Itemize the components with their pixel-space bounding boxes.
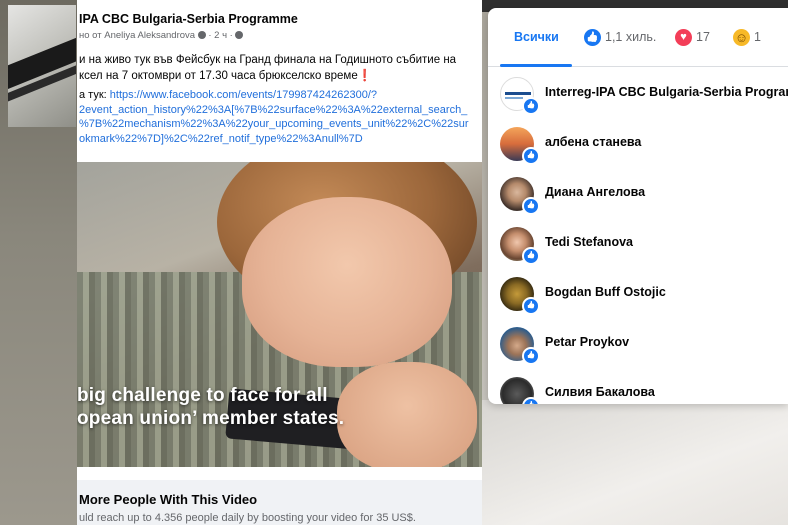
video-caption: big challenge to face for all opean unio…: [77, 384, 482, 430]
list-item[interactable]: Bogdan Buff Ostojic: [488, 271, 788, 319]
event-link-line[interactable]: %7B%22mechanism%22%3A%22your_upcoming_ev…: [79, 118, 469, 130]
video-caption-line: opean union’ member states.: [77, 408, 345, 429]
link-prefix: а тук:: [79, 89, 107, 101]
love-icon: [675, 28, 692, 46]
video-scene-face: [242, 197, 452, 367]
like-icon: [584, 28, 601, 46]
reaction-tabs: Всички 1,1 хиль. 17 1: [488, 8, 788, 67]
list-item[interactable]: Interreg-IPA CBC Bulgaria-Serbia Program…: [488, 71, 788, 119]
facebook-post: IPA CBC Bulgaria-Serbia Programme но от …: [77, 0, 482, 525]
post-subtitle: но от Aneliya Aleksandrova · 2 ч ·: [79, 30, 244, 41]
info-icon[interactable]: [197, 31, 206, 39]
reactor-name[interactable]: Tedi Stefanova: [545, 235, 633, 249]
reactor-name[interactable]: Interreg-IPA CBC Bulgaria-Serbia Program…: [545, 85, 788, 99]
globe-icon: [235, 31, 244, 39]
background-light-area: [482, 400, 788, 525]
like-badge-icon: [522, 97, 540, 115]
like-count: 1,1 хиль.: [605, 30, 657, 44]
promo-text: uld reach up to 4.356 people daily by bo…: [79, 512, 416, 524]
promo-title: More People With This Video: [79, 492, 258, 507]
reactor-name[interactable]: Силвия Бакалова: [545, 385, 655, 399]
author-text[interactable]: но от Aneliya Aleksandrova: [79, 30, 195, 41]
page-name[interactable]: IPA CBC Bulgaria-Serbia Programme: [79, 12, 298, 26]
like-badge-icon: [522, 397, 540, 404]
reactor-name[interactable]: Petar Proykov: [545, 335, 629, 349]
post-text: и на живо тук във Фейсбук на Гранд финал…: [79, 52, 479, 146]
like-badge-icon: [522, 147, 540, 165]
like-badge-icon: [522, 347, 540, 365]
post-text-line: ксел на 7 октомври от 17.30 часа брюксел…: [79, 70, 373, 82]
like-badge-icon: [522, 197, 540, 215]
tab-like[interactable]: 1,1 хиль.: [584, 8, 656, 66]
event-link-line[interactable]: okmark%22%7D]%2C%22ref_notif_type%22%3An…: [79, 133, 363, 145]
tab-haha[interactable]: 1: [733, 8, 761, 66]
love-count: 17: [696, 30, 710, 44]
list-item[interactable]: албена станева: [488, 121, 788, 169]
post-text-line: и на живо тук във Фейсбук на Гранд финал…: [79, 54, 457, 66]
event-link-line[interactable]: 2event_action_history%22%3A[%7B%22surfac…: [79, 104, 467, 116]
list-item[interactable]: Tedi Stefanova: [488, 221, 788, 269]
post-link-block: а тук: https://www.facebook.com/events/1…: [79, 88, 479, 146]
tab-all-label: Всички: [514, 30, 559, 44]
tab-all[interactable]: Всички: [514, 8, 559, 66]
like-badge-icon: [522, 247, 540, 265]
video-caption-line: big challenge to face for all: [77, 385, 328, 406]
reactor-name[interactable]: Диана Ангелова: [545, 185, 645, 199]
reactor-name[interactable]: албена станева: [545, 135, 641, 149]
event-link[interactable]: https://www.facebook.com/events/17998742…: [110, 89, 377, 101]
list-item[interactable]: Силвия Бакалова: [488, 371, 788, 404]
reactor-name[interactable]: Bogdan Buff Ostojic: [545, 285, 666, 299]
haha-icon: [733, 28, 750, 46]
tab-love[interactable]: 17: [675, 8, 710, 66]
post-time[interactable]: · 2 ч ·: [208, 30, 232, 41]
haha-count: 1: [754, 30, 761, 44]
active-tab-indicator: [500, 64, 572, 67]
page-thumbnail[interactable]: [8, 5, 76, 127]
boost-promo: More People With This Video uld reach up…: [77, 480, 482, 525]
list-item[interactable]: Диана Ангелова: [488, 171, 788, 219]
list-item[interactable]: Petar Proykov: [488, 321, 788, 369]
reactions-dialog: Всички 1,1 хиль. 17 1 Interreg-IPA CBC B…: [488, 8, 788, 404]
post-video[interactable]: big challenge to face for all opean unio…: [77, 162, 482, 467]
like-badge-icon: [522, 297, 540, 315]
